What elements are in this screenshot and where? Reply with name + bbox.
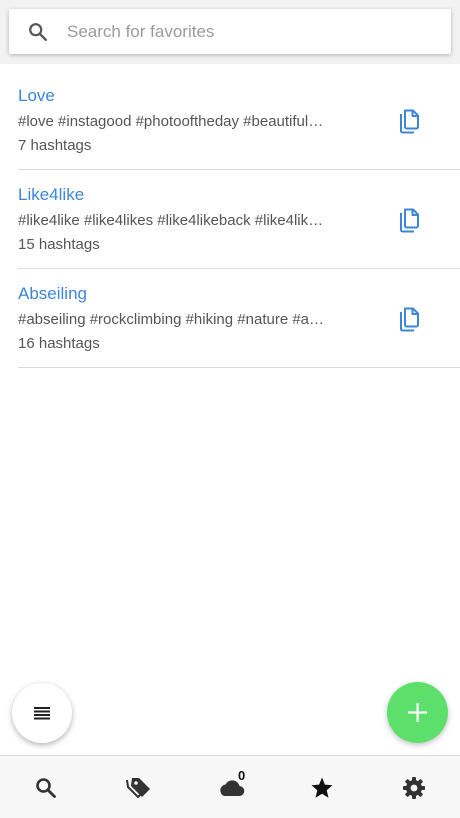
nav-settings[interactable] xyxy=(384,756,444,818)
copy-icon[interactable] xyxy=(397,207,421,233)
add-favorite-button[interactable] xyxy=(387,682,448,743)
favorite-hashtags: #love #instagood #photooftheday #beautif… xyxy=(18,113,324,130)
copy-icon[interactable] xyxy=(397,306,421,332)
search-icon xyxy=(36,778,56,798)
favorites-list: Love #love #instagood #photooftheday #be… xyxy=(18,71,460,368)
search-icon xyxy=(29,23,47,41)
search-header xyxy=(0,0,460,64)
nav-cloud[interactable]: 0 xyxy=(200,756,260,818)
gear-icon xyxy=(403,777,425,799)
list-item[interactable]: Love #love #instagood #photooftheday #be… xyxy=(18,71,460,170)
favorite-title: Like4like xyxy=(18,185,85,204)
favorite-hashtags: #abseiling #rockclimbing #hiking #nature… xyxy=(18,311,325,328)
star-icon xyxy=(311,777,333,798)
nav-search[interactable] xyxy=(16,756,76,818)
list-icon xyxy=(34,707,50,720)
favorite-title: Abseiling xyxy=(18,284,87,303)
nav-tags[interactable] xyxy=(108,756,168,818)
list-item[interactable]: Abseiling #abseiling #rockclimbing #hiki… xyxy=(18,269,460,368)
plus-icon xyxy=(408,703,427,722)
cloud-badge: 0 xyxy=(238,768,246,783)
favorite-hashtags: #like4like #like4likes #like4likeback #l… xyxy=(18,212,324,229)
app-screen: Love #love #instagood #photooftheday #be… xyxy=(0,0,460,818)
hashtag-count: 7 hashtags xyxy=(18,137,92,154)
hashtag-count: 15 hashtags xyxy=(18,236,100,253)
search-bar[interactable] xyxy=(9,9,451,54)
tags-icon xyxy=(126,778,150,799)
favorite-title: Love xyxy=(18,86,55,105)
menu-button[interactable] xyxy=(12,683,72,743)
hashtag-count: 16 hashtags xyxy=(18,335,100,352)
search-input[interactable] xyxy=(67,9,427,54)
copy-icon[interactable] xyxy=(397,108,421,134)
nav-favorites[interactable] xyxy=(292,756,352,818)
bottom-nav: 0 xyxy=(0,755,460,818)
list-item[interactable]: Like4like #like4like #like4likes #like4l… xyxy=(18,170,460,269)
